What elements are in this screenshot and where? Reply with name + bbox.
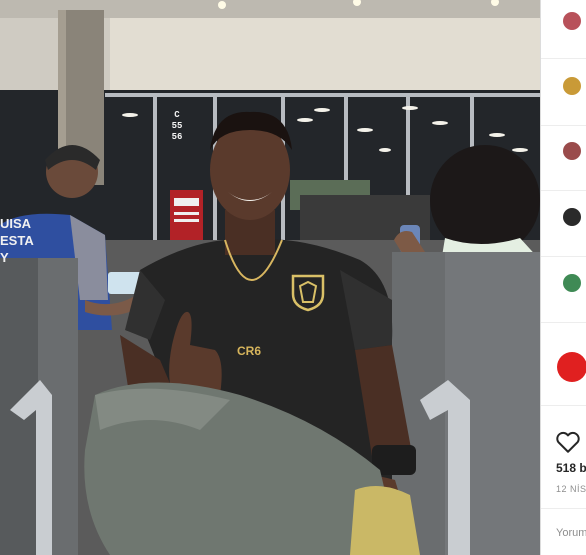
post-photo: C 55 56 UISA ESTA Y CR6 xyxy=(0,0,540,555)
club-crest-logo xyxy=(291,274,325,312)
shirt-text-line-1: UISA xyxy=(0,216,32,231)
comment-avatar-5[interactable] xyxy=(557,270,586,300)
chain-pendant: CR6 xyxy=(237,344,262,358)
post-date: 12 NİS xyxy=(556,484,586,494)
comment-input[interactable]: Yorum xyxy=(556,527,586,539)
likes-count[interactable]: 518 b xyxy=(556,461,586,475)
comment-avatar-4[interactable] xyxy=(557,204,586,234)
heart-icon[interactable] xyxy=(555,430,581,454)
gate-sign: C 55 56 xyxy=(160,110,194,150)
gate-sign-line-1: C xyxy=(174,110,180,120)
comment-avatar-2[interactable] xyxy=(557,73,586,103)
gate-sign-line-3: 56 xyxy=(171,132,183,142)
gate-sign-line-2: 55 xyxy=(171,121,183,131)
shirt-text-line-3: Y xyxy=(0,250,9,265)
comment-avatar-6[interactable] xyxy=(557,352,586,382)
comment-avatar-1[interactable] xyxy=(557,8,586,38)
photo-scene xyxy=(0,0,540,555)
comment-avatar-3[interactable] xyxy=(557,138,586,168)
background-shirt-text: UISA ESTA Y xyxy=(0,215,70,266)
shirt-text-line-2: ESTA xyxy=(0,233,34,248)
